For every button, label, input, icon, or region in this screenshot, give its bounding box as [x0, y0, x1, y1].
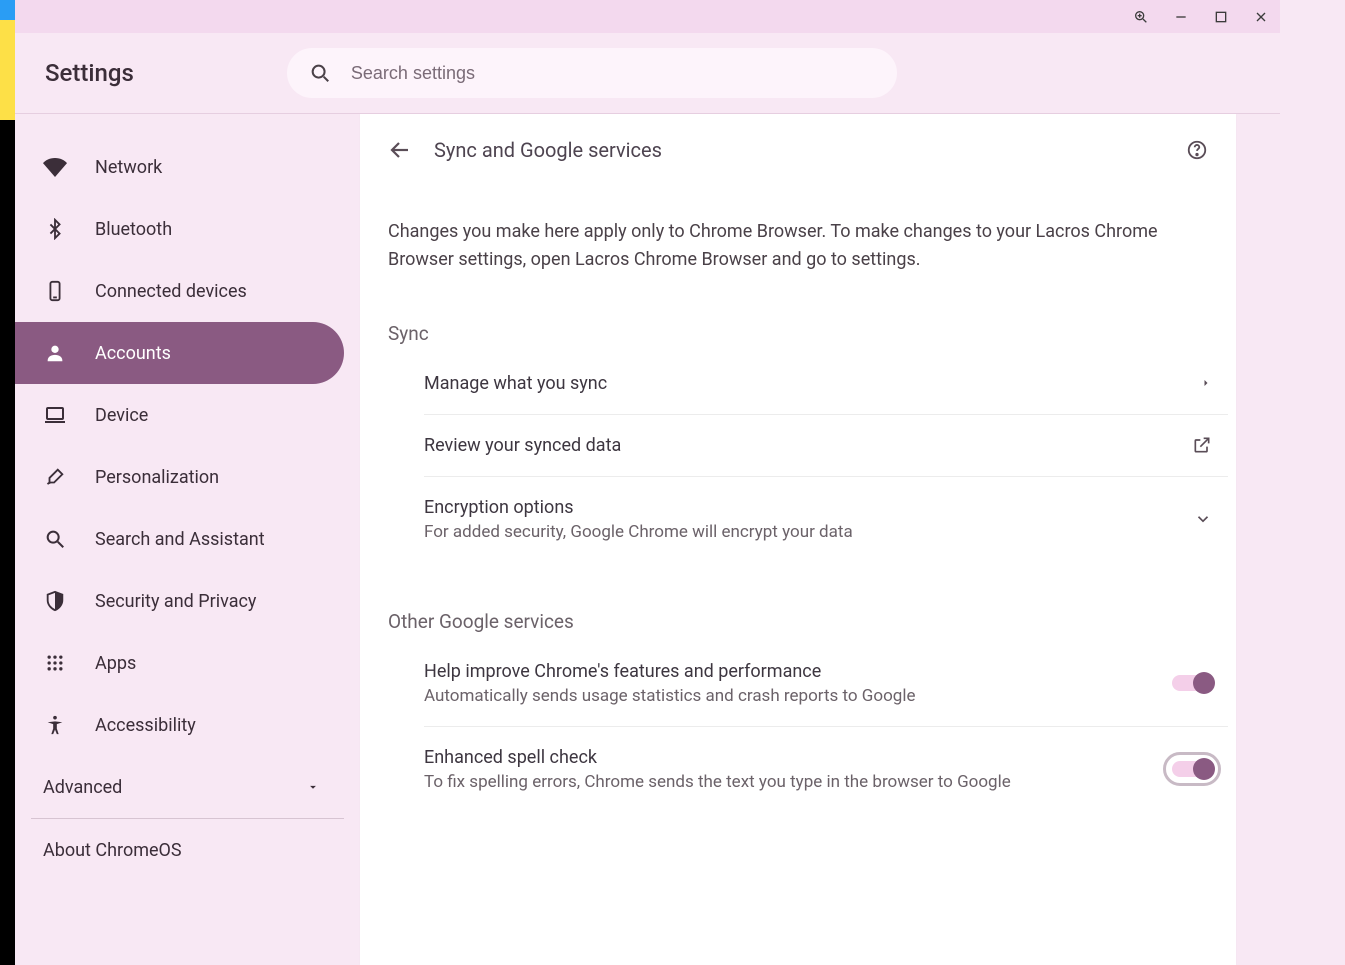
accessibility-icon: [43, 713, 67, 737]
arrow-right-icon: [1200, 377, 1212, 389]
main-content-wrap: Sync and Google services Changes you mak…: [360, 114, 1280, 965]
window-title-bar: [15, 0, 1280, 33]
sidebar-about[interactable]: About ChromeOS: [15, 819, 360, 881]
laptop-icon: [43, 403, 67, 427]
back-button[interactable]: [388, 138, 412, 162]
sidebar-item-accessibility[interactable]: Accessibility: [15, 694, 344, 756]
sidebar-item-label: Accessibility: [95, 715, 196, 736]
toggle-help-improve[interactable]: [1172, 675, 1212, 691]
row-manage-sync[interactable]: Manage what you sync: [424, 353, 1228, 415]
chevron-down-icon: [1194, 510, 1212, 528]
sidebar-item-search-assistant[interactable]: Search and Assistant: [15, 508, 344, 570]
sidebar-item-label: Network: [95, 157, 162, 178]
window-minimize-icon[interactable]: [1172, 8, 1190, 26]
page-description: Changes you make here apply only to Chro…: [360, 186, 1236, 274]
background-fragment: [1280, 0, 1345, 965]
row-subtitle: Automatically sends usage statistics and…: [424, 686, 1172, 706]
row-title: Help improve Chrome's features and perfo…: [424, 661, 1172, 682]
window-maximize-icon[interactable]: [1212, 8, 1230, 26]
sidebar-item-security-privacy[interactable]: Security and Privacy: [15, 570, 344, 632]
sidebar-item-label: Bluetooth: [95, 219, 172, 240]
row-encryption-options[interactable]: Encryption options For added security, G…: [424, 477, 1228, 562]
sidebar-item-device[interactable]: Device: [15, 384, 344, 446]
app-body: Network Bluetooth Connected devices Acco…: [15, 114, 1280, 965]
sidebar-item-network[interactable]: Network: [15, 136, 344, 198]
row-enhanced-spell-check: Enhanced spell check To fix spelling err…: [424, 727, 1228, 812]
row-content: Encryption options For added security, G…: [424, 497, 1194, 542]
row-subtitle: For added security, Google Chrome will e…: [424, 522, 1194, 542]
sidebar-item-label: Apps: [95, 653, 136, 674]
sidebar-about-label: About ChromeOS: [43, 840, 182, 861]
sidebar-item-label: Accounts: [95, 343, 171, 364]
row-content: Help improve Chrome's features and perfo…: [424, 661, 1172, 706]
toggle-knob: [1193, 758, 1215, 780]
background-fragment: [0, 0, 15, 20]
row-subtitle: To fix spelling errors, Chrome sends the…: [424, 772, 1172, 792]
toggle-knob: [1193, 672, 1215, 694]
section-title-other: Other Google services: [360, 562, 1236, 641]
settings-window: Settings Network Bluetooth: [15, 0, 1280, 965]
sidebar-item-label: Connected devices: [95, 281, 247, 302]
sidebar: Network Bluetooth Connected devices Acco…: [15, 114, 360, 965]
row-content: Manage what you sync: [424, 373, 1200, 394]
background-fragment: [0, 20, 15, 120]
sidebar-item-bluetooth[interactable]: Bluetooth: [15, 198, 344, 260]
search-input[interactable]: [287, 48, 897, 98]
search-icon: [43, 527, 67, 551]
sidebar-advanced-toggle[interactable]: Advanced: [15, 756, 360, 818]
search-icon: [309, 62, 331, 84]
phone-icon: [43, 279, 67, 303]
section-title-sync: Sync: [360, 274, 1236, 353]
row-help-improve: Help improve Chrome's features and perfo…: [424, 641, 1228, 727]
sidebar-item-apps[interactable]: Apps: [15, 632, 344, 694]
brush-icon: [43, 465, 67, 489]
settings-card: Sync and Google services Changes you mak…: [360, 114, 1236, 965]
row-content: Review your synced data: [424, 435, 1192, 456]
row-title: Enhanced spell check: [424, 747, 1172, 768]
sidebar-advanced-label: Advanced: [43, 777, 122, 798]
row-title: Review your synced data: [424, 435, 1192, 456]
app-header: Settings: [15, 33, 1280, 113]
zoom-in-icon[interactable]: [1132, 8, 1150, 26]
page-title: Sync and Google services: [434, 138, 662, 162]
window-close-icon[interactable]: [1252, 8, 1270, 26]
help-icon[interactable]: [1186, 139, 1208, 161]
sidebar-item-connected-devices[interactable]: Connected devices: [15, 260, 344, 322]
sidebar-item-label: Security and Privacy: [95, 591, 256, 612]
row-title: Manage what you sync: [424, 373, 1200, 394]
bluetooth-icon: [43, 217, 67, 241]
wifi-icon: [43, 155, 67, 179]
search-container: [287, 48, 897, 98]
sidebar-item-accounts[interactable]: Accounts: [15, 322, 344, 384]
toggle-enhanced-spell-check[interactable]: [1172, 761, 1212, 777]
sidebar-item-label: Device: [95, 405, 148, 426]
external-link-icon: [1192, 435, 1212, 455]
shield-icon: [43, 589, 67, 613]
person-icon: [43, 341, 67, 365]
row-title: Encryption options: [424, 497, 1194, 518]
apps-grid-icon: [43, 651, 67, 675]
sidebar-item-personalization[interactable]: Personalization: [15, 446, 344, 508]
app-title: Settings: [45, 59, 134, 87]
sidebar-item-label: Personalization: [95, 467, 219, 488]
row-review-synced-data[interactable]: Review your synced data: [424, 415, 1228, 477]
row-content: Enhanced spell check To fix spelling err…: [424, 747, 1172, 792]
card-header: Sync and Google services: [360, 114, 1236, 186]
sidebar-item-label: Search and Assistant: [95, 529, 265, 550]
chevron-down-icon: [306, 780, 320, 794]
